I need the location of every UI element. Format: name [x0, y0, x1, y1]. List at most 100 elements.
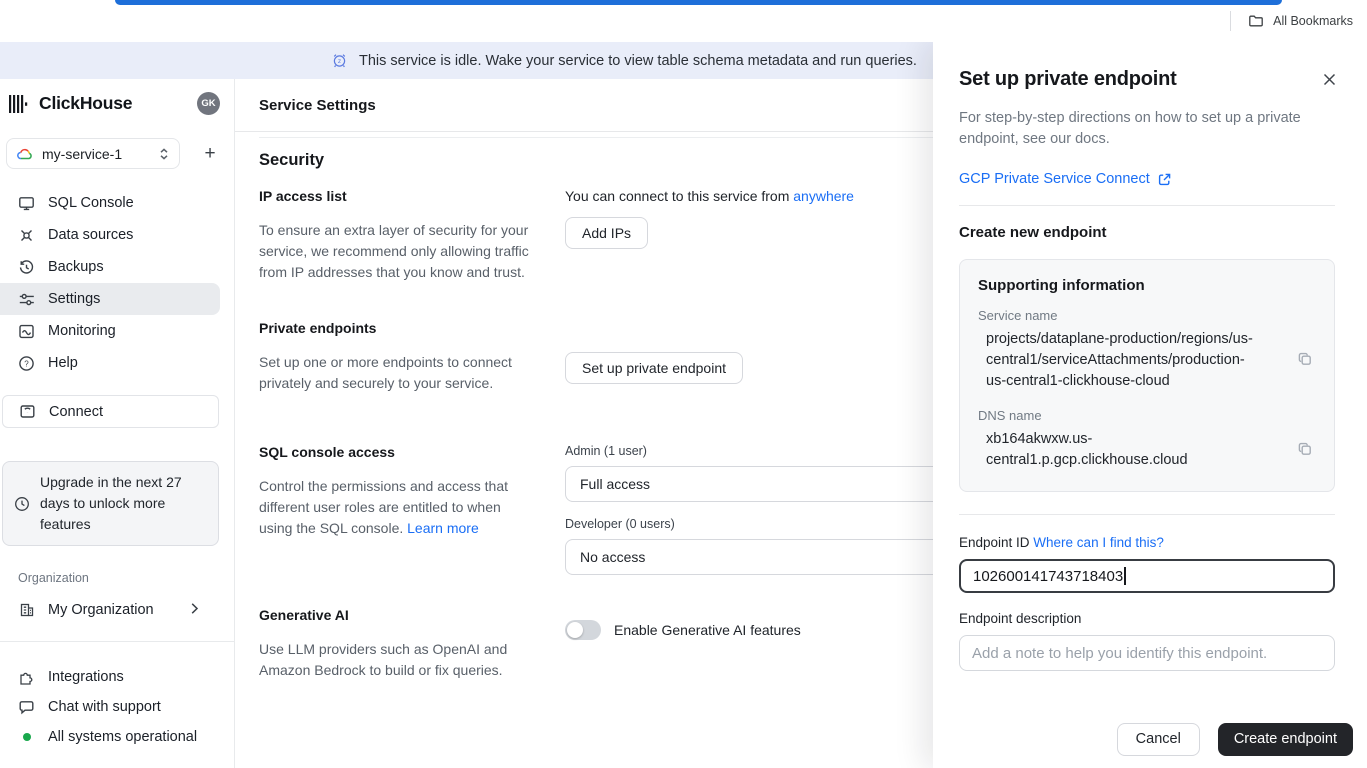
copy-icon[interactable]	[1294, 348, 1316, 373]
drawer-divider	[959, 205, 1335, 206]
sidebar-item-sql-console[interactable]: SQL Console	[0, 187, 234, 219]
external-link-icon	[1157, 172, 1172, 187]
console-icon	[18, 195, 35, 212]
learn-more-link[interactable]: Learn more	[407, 520, 479, 536]
svg-text:?: ?	[24, 359, 29, 368]
dns-name-label: DNS name	[978, 408, 1316, 423]
sidebar-item-label: Data sources	[48, 227, 133, 243]
sidebar-item-integrations[interactable]: Integrations	[0, 662, 234, 692]
system-status-item[interactable]: All systems operational	[0, 722, 234, 752]
copy-icon[interactable]	[1294, 438, 1316, 463]
text-cursor	[1124, 567, 1126, 585]
service-name: my-service-1	[42, 146, 122, 162]
sidebar-item-label: Backups	[48, 259, 104, 275]
developer-access-select[interactable]: No access	[565, 539, 985, 575]
sidebar-item-data-sources[interactable]: Data sources	[0, 219, 234, 251]
monitoring-chart-icon	[18, 323, 35, 340]
sidebar-item-backups[interactable]: Backups	[0, 251, 234, 283]
endpoint-id-input[interactable]: 102600141743718403	[959, 559, 1335, 593]
cancel-button[interactable]: Cancel	[1117, 723, 1200, 756]
status-dot-icon	[18, 729, 35, 746]
sidebar-item-label: Integrations	[48, 669, 124, 685]
backups-icon	[18, 259, 35, 276]
sidebar-item-monitoring[interactable]: Monitoring	[0, 315, 234, 347]
sidebar-item-label: Chat with support	[48, 699, 161, 715]
brand-name: ClickHouse	[39, 93, 132, 114]
drawer-footer: Cancel Create endpoint	[933, 710, 1367, 768]
add-ips-button[interactable]: Add IPs	[565, 217, 648, 249]
bookmarks-divider	[1230, 11, 1231, 31]
create-endpoint-button[interactable]: Create endpoint	[1218, 723, 1353, 756]
close-icon[interactable]	[1318, 68, 1341, 94]
sidebar-item-label: Monitoring	[48, 323, 116, 339]
sidebar-divider	[0, 641, 234, 642]
sidebar-item-label: Help	[48, 355, 78, 371]
generative-ai-toggle[interactable]	[565, 620, 601, 640]
connect-label: Connect	[49, 404, 103, 420]
add-service-button[interactable]: +	[196, 140, 224, 168]
supporting-information-card: Supporting information Service name proj…	[959, 259, 1335, 492]
endpoint-id-label: Endpoint ID	[959, 535, 1033, 550]
create-endpoint-section-title: Create new endpoint	[959, 224, 1335, 241]
sidebar-item-chat-support[interactable]: Chat with support	[0, 692, 234, 722]
integrations-puzzle-icon	[18, 669, 35, 686]
connect-button[interactable]: Connect	[2, 395, 219, 428]
organization-section-label: Organization	[18, 571, 234, 585]
upgrade-notice-text: Upgrade in the next 27 days to unlock mo…	[40, 472, 206, 535]
ip-access-description: To ensure an extra layer of security for…	[259, 220, 535, 283]
ip-access-title: IP access list	[259, 188, 535, 204]
sidebar-menu: SQL Console Data sources Backups	[0, 187, 234, 379]
clickhouse-logo-icon	[8, 93, 30, 115]
endpoint-id-help-link[interactable]: Where can I find this?	[1033, 535, 1164, 550]
page-title: Service Settings	[259, 97, 376, 114]
status-label: All systems operational	[48, 729, 197, 745]
endpoint-id-value: 102600141743718403	[973, 568, 1123, 585]
drawer-divider	[959, 514, 1335, 515]
connect-icon	[19, 403, 36, 420]
service-name-value: projects/dataplane-production/regions/us…	[986, 329, 1262, 392]
sidebar-item-settings[interactable]: Settings	[0, 283, 220, 315]
help-icon: ?	[18, 355, 35, 372]
setup-private-endpoint-drawer: Set up private endpoint For step-by-step…	[933, 42, 1367, 768]
generative-ai-toggle-label: Enable Generative AI features	[614, 622, 801, 638]
gcp-psc-link-label: GCP Private Service Connect	[959, 171, 1150, 187]
chevron-updown-icon	[159, 147, 169, 161]
active-tab-strip[interactable]	[115, 0, 1282, 5]
endpoint-description-input[interactable]	[959, 635, 1335, 671]
sidebar-item-help[interactable]: ? Help	[0, 347, 234, 379]
organization-name: My Organization	[48, 602, 154, 618]
user-avatar[interactable]: GK	[197, 92, 220, 115]
folder-icon	[1248, 13, 1264, 29]
private-endpoints-description: Set up one or more endpoints to connect …	[259, 352, 535, 394]
chat-bubble-icon	[18, 699, 35, 716]
generative-ai-description: Use LLM providers such as OpenAI and Ama…	[259, 639, 535, 681]
admin-access-select[interactable]: Full access	[565, 466, 985, 502]
gcp-psc-docs-link[interactable]: GCP Private Service Connect	[959, 171, 1335, 187]
sidebar-item-label: Settings	[48, 291, 100, 307]
endpoint-description-label: Endpoint description	[959, 611, 1335, 626]
sidebar: ClickHouse GK my-service-1 +	[0, 79, 235, 768]
sidebar-item-label: SQL Console	[48, 195, 134, 211]
setup-private-endpoint-button[interactable]: Set up private endpoint	[565, 352, 743, 384]
all-bookmarks-button[interactable]: All Bookmarks	[1273, 14, 1353, 28]
generative-ai-title: Generative AI	[259, 607, 535, 623]
organization-building-icon	[18, 602, 35, 619]
browser-toolbar: All Bookmarks	[0, 0, 1367, 42]
private-endpoints-title: Private endpoints	[259, 320, 535, 336]
connect-from-text: You can connect to this service from	[565, 188, 793, 204]
data-sources-icon	[18, 227, 35, 244]
anywhere-link[interactable]: anywhere	[793, 188, 854, 204]
supporting-information-title: Supporting information	[978, 277, 1316, 294]
svg-text:z: z	[338, 58, 341, 65]
sidebar-item-my-organization[interactable]: My Organization	[0, 593, 234, 627]
clock-icon	[13, 495, 30, 512]
drawer-description: For step-by-step directions on how to se…	[959, 108, 1304, 150]
alarm-icon: z	[331, 52, 348, 69]
sql-console-access-title: SQL console access	[259, 444, 535, 460]
service-selector[interactable]: my-service-1	[6, 138, 180, 169]
chevron-right-icon	[190, 602, 199, 619]
gcp-cloud-icon	[17, 148, 33, 160]
upgrade-notice[interactable]: Upgrade in the next 27 days to unlock mo…	[2, 461, 219, 546]
dns-name-value: xb164akwxw.us-central1.p.gcp.clickhouse.…	[986, 429, 1262, 471]
drawer-title: Set up private endpoint	[959, 68, 1177, 91]
